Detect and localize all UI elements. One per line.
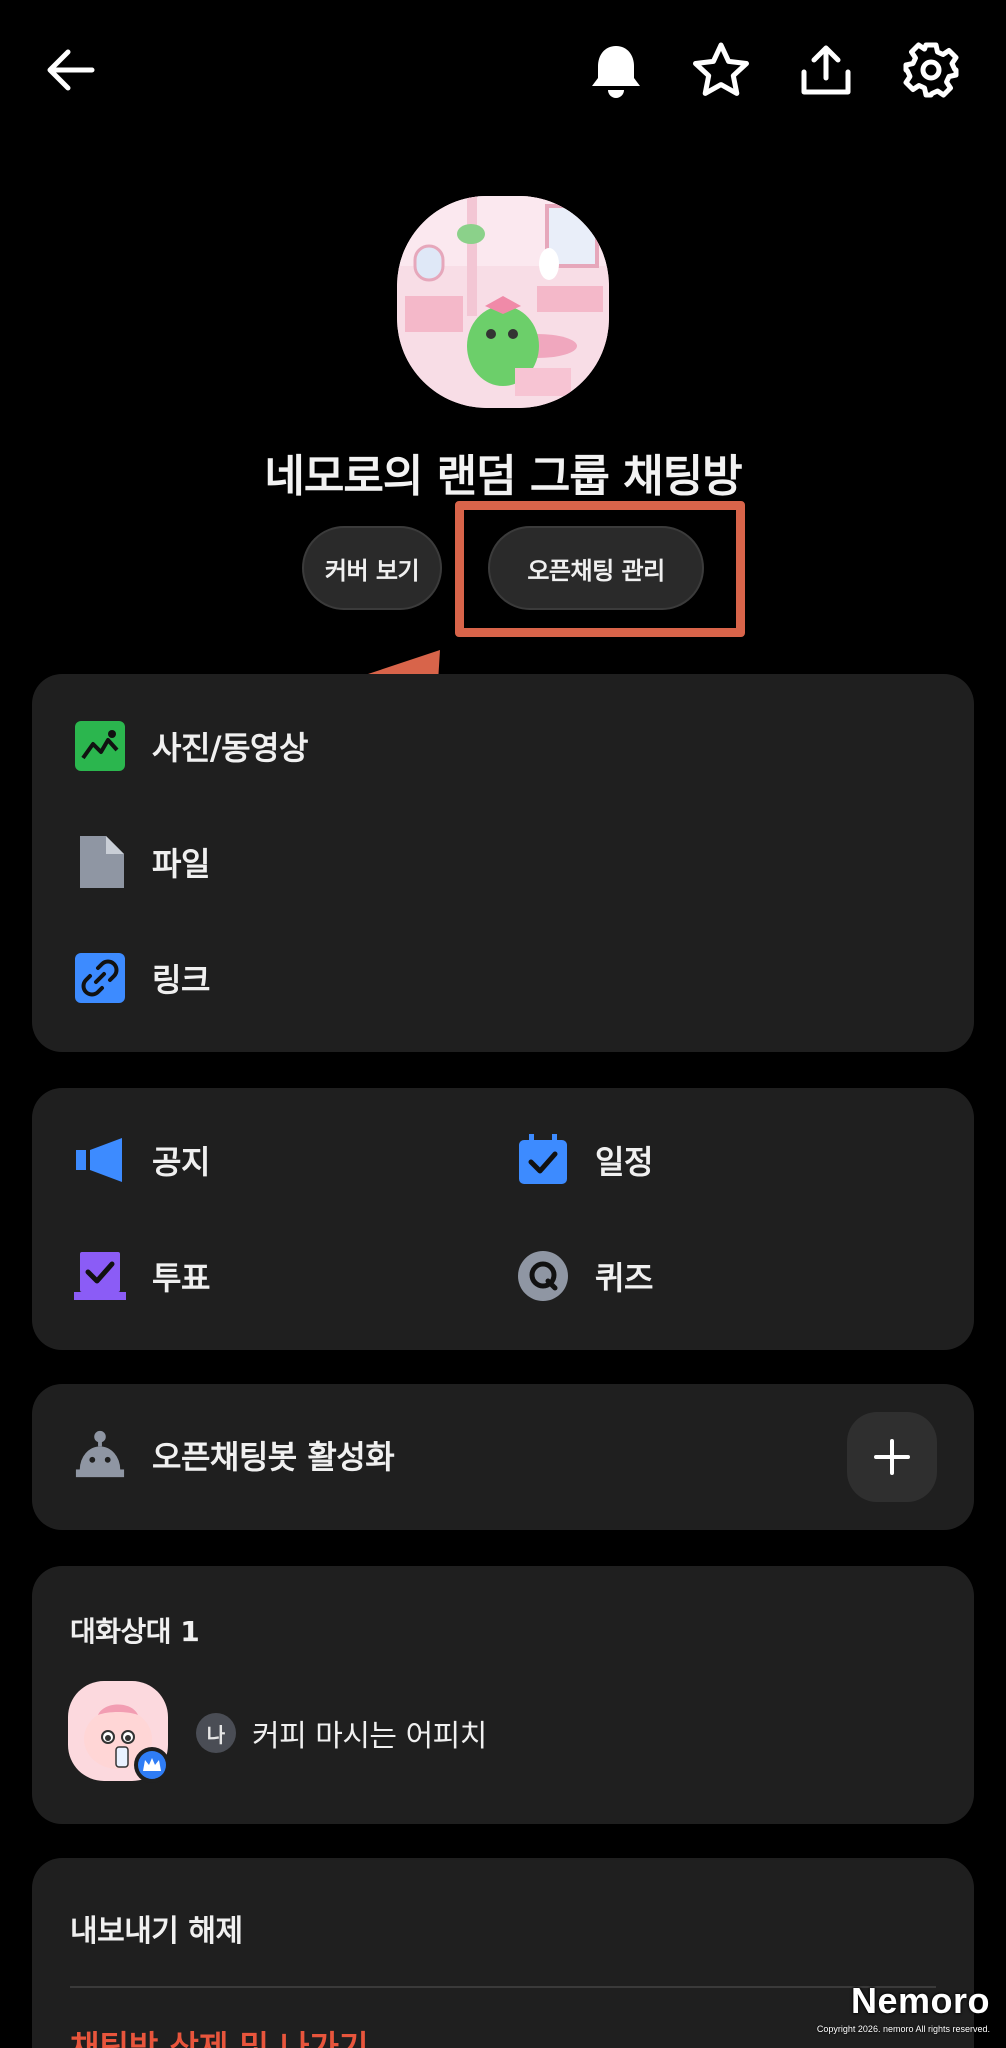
view-cover-button[interactable]: 커버 보기	[302, 526, 442, 610]
media-item-photos[interactable]: 사진/동영상	[74, 720, 308, 772]
tool-label: 투표	[152, 1259, 210, 1297]
export-card: 내보내기 해제 채팅방 삭제 및 나가기	[32, 1858, 974, 2048]
photo-icon	[74, 720, 126, 772]
tools-card: 공지 일정 투표 퀴즈	[32, 1088, 974, 1350]
tool-quiz[interactable]: 퀴즈	[517, 1250, 653, 1302]
share-icon	[801, 45, 851, 95]
vote-icon	[74, 1250, 126, 1302]
member-row-avatar-wrap[interactable]	[68, 1681, 170, 1783]
tool-label: 일정	[595, 1143, 653, 1181]
room-cover-image[interactable]	[397, 196, 609, 408]
member-name: 커피 마시는 어피치	[252, 1719, 487, 1754]
share-button[interactable]	[790, 34, 862, 106]
add-bot-button[interactable]	[847, 1412, 937, 1502]
settings-button[interactable]	[895, 34, 967, 106]
watermark-copyright: Copyright 2026. nemoro All rights reserv…	[816, 2024, 990, 2034]
plus-icon	[874, 1439, 910, 1475]
media-card: 사진/동영상 파일 링크	[32, 674, 974, 1052]
media-item-files[interactable]: 파일	[74, 836, 210, 888]
watermark-name: Nemoro	[850, 1980, 990, 2021]
star-icon	[693, 42, 749, 96]
tool-label: 공지	[152, 1143, 210, 1181]
members-title: 대화상대 1	[70, 1615, 200, 1648]
file-icon	[74, 836, 126, 888]
tool-schedule[interactable]: 일정	[517, 1134, 653, 1186]
calendar-icon	[517, 1134, 569, 1186]
room-title: 네모로의 랜덤 그룹 채팅방	[264, 451, 742, 502]
openchat-bot-card: 오픈채팅봇 활성화	[32, 1384, 974, 1530]
tool-notice[interactable]: 공지	[74, 1134, 210, 1186]
media-item-label: 사진/동영상	[152, 729, 308, 767]
divider	[70, 1986, 936, 1988]
link-icon	[74, 952, 126, 1004]
favorite-button[interactable]	[685, 34, 757, 106]
notification-button[interactable]	[580, 34, 652, 106]
bell-icon	[592, 46, 640, 98]
megaphone-icon	[74, 1134, 126, 1186]
gear-icon	[903, 42, 959, 98]
member-row[interactable]: 나 커피 마시는 어피치	[196, 1711, 487, 1755]
cover-illustration	[397, 196, 609, 408]
tool-label: 퀴즈	[595, 1259, 653, 1297]
tool-vote[interactable]: 투표	[74, 1250, 210, 1302]
media-item-label: 파일	[152, 845, 210, 883]
bot-icon	[74, 1429, 126, 1481]
arrow-left-icon	[47, 49, 95, 91]
me-badge: 나	[196, 1713, 236, 1753]
openchat-bot-row[interactable]: 오픈채팅봇 활성화	[74, 1429, 395, 1481]
back-button[interactable]	[34, 34, 106, 106]
quiz-icon	[517, 1250, 569, 1302]
highlight-box	[455, 501, 745, 637]
media-item-links[interactable]: 링크	[74, 952, 210, 1004]
openchat-bot-label: 오픈채팅봇 활성화	[152, 1438, 395, 1476]
export-disable-item[interactable]: 내보내기 해제	[70, 1906, 243, 1950]
avatar	[68, 1681, 170, 1783]
members-card: 대화상대 1 나 커피 마시는 어피치	[32, 1566, 974, 1824]
media-item-label: 링크	[152, 961, 210, 999]
delete-and-leave-item[interactable]: 채팅방 삭제 및 나가기	[70, 2022, 368, 2048]
